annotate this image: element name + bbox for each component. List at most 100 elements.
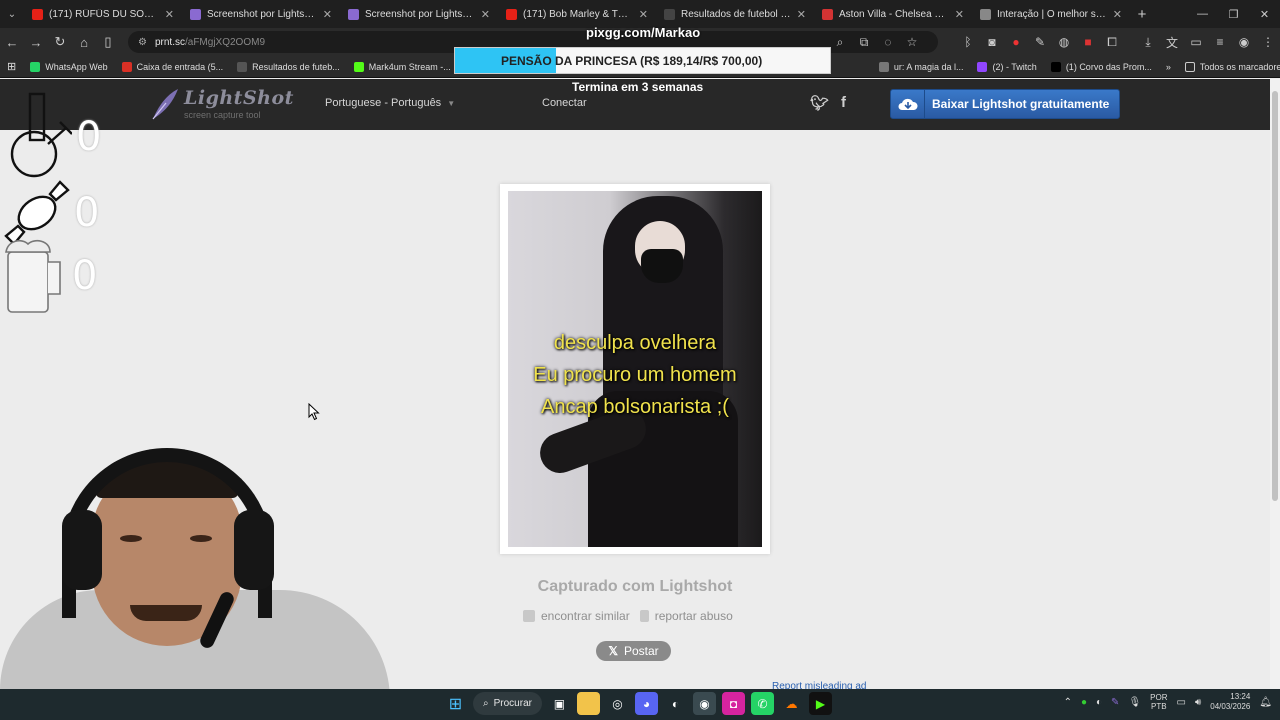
- extension-globe-icon[interactable]: ◍: [1052, 28, 1076, 56]
- bookmark-star-icon[interactable]: ☆: [900, 28, 924, 56]
- extension-bluetooth-icon[interactable]: ᛒ: [956, 28, 980, 56]
- eye-off-icon[interactable]: ◌: [876, 28, 900, 56]
- screenshot-image[interactable]: desculpa ovelhera Eu procuro um homem An…: [508, 191, 762, 547]
- tab-title: Aston Villa - Chelsea Futebol O: [839, 8, 949, 20]
- new-tab-button[interactable]: +: [1130, 6, 1154, 23]
- language-selector[interactable]: Portuguese - Português ▼: [325, 97, 455, 109]
- candy-count: 0: [74, 190, 100, 236]
- bong-icon: [10, 92, 72, 178]
- post-on-x-button[interactable]: 𝕏 Postar: [596, 641, 671, 661]
- download-icon[interactable]: ⤓: [1136, 28, 1160, 56]
- bookmark-label: Resultados de futeb...: [252, 61, 340, 72]
- profile-avatar-icon[interactable]: ◉: [1232, 28, 1256, 56]
- notification-bell-icon[interactable]: 🔔︎: [1259, 697, 1272, 708]
- close-tab-icon[interactable]: ✕: [1113, 8, 1122, 21]
- install-icon[interactable]: ⧉: [852, 28, 876, 56]
- browser-tab[interactable]: Screenshot por Lightshot ✕: [182, 0, 340, 28]
- tray-display-icon[interactable]: ▭: [1176, 697, 1185, 708]
- close-tab-icon[interactable]: ✕: [639, 8, 648, 21]
- bookmark-item[interactable]: (1) Corvo das Prom...: [1044, 61, 1159, 72]
- scrollbar-thumb[interactable]: [1272, 91, 1278, 501]
- caption-line: Ancap bolsonarista ;(: [541, 396, 729, 418]
- bookmark-item[interactable]: WhatsApp Web: [23, 61, 114, 72]
- login-link[interactable]: Conectar: [542, 97, 587, 109]
- twitter-icon[interactable]: 🐦︎: [810, 94, 829, 112]
- kick-icon[interactable]: ▶: [808, 692, 832, 715]
- all-bookmarks-folder[interactable]: Todos os marcadores: [1178, 61, 1280, 72]
- find-similar-link[interactable]: encontrar similar: [523, 609, 630, 623]
- close-tab-icon[interactable]: ✕: [797, 8, 806, 21]
- close-tab-icon[interactable]: ✕: [481, 8, 490, 21]
- tray-mic-icon[interactable]: 🎙︎: [1128, 697, 1141, 708]
- bookmark-item[interactable]: Resultados de futeb...: [230, 61, 347, 72]
- tray-green-icon[interactable]: ●: [1081, 697, 1087, 708]
- report-abuse-link[interactable]: reportar abuso: [639, 609, 733, 623]
- extension-twitch-icon[interactable]: ◙: [980, 28, 1004, 56]
- browser-menu-icon[interactable]: ⋮: [1256, 28, 1280, 56]
- extension-tool-icon[interactable]: ✎: [1028, 28, 1052, 56]
- task-view-icon[interactable]: ▣: [548, 692, 571, 715]
- close-tab-icon[interactable]: ✕: [323, 8, 332, 21]
- extensions-puzzle-icon[interactable]: ⧠: [1100, 28, 1124, 56]
- post-label: Postar: [623, 644, 659, 658]
- app-icon[interactable]: ◐: [664, 692, 687, 715]
- browser-tab[interactable]: (171) Bob Marley & The Wailers ✕: [498, 0, 656, 28]
- reload-icon[interactable]: ↻: [48, 28, 72, 56]
- extension-red-icon[interactable]: ●: [1004, 28, 1028, 56]
- image-actions: encontrar similar reportar abuso: [523, 609, 733, 623]
- zoom-icon[interactable]: ⌕: [828, 28, 852, 56]
- tab-title: Screenshot por Lightshot: [365, 8, 475, 20]
- chrome-icon[interactable]: ◉: [692, 692, 716, 715]
- soundcloud-icon[interactable]: ☁: [780, 692, 803, 715]
- translate-icon[interactable]: 文: [1160, 28, 1184, 56]
- home-icon[interactable]: ⌂: [72, 28, 96, 56]
- reading-list-icon[interactable]: ≡: [1208, 28, 1232, 56]
- browser-tab[interactable]: Aston Villa - Chelsea Futebol O ✕: [814, 0, 972, 28]
- split-view-icon[interactable]: ▯: [96, 28, 120, 56]
- facebook-icon[interactable]: f: [841, 94, 846, 112]
- tray-network-icon[interactable]: ◐: [1096, 697, 1102, 708]
- file-explorer-icon[interactable]: [576, 692, 600, 715]
- browser-tab[interactable]: Screenshot por Lightshot ✕: [340, 0, 498, 28]
- tray-volume-icon[interactable]: 🔊︎: [1195, 697, 1201, 708]
- taskbar-search[interactable]: ⌕ Procurar: [473, 692, 542, 715]
- tab-title: Resultados de futebol ao vivo,: [681, 8, 791, 20]
- windows-start-icon[interactable]: ⊞: [444, 692, 467, 715]
- minimize-icon[interactable]: —: [1187, 0, 1218, 28]
- steam-icon[interactable]: ◎: [606, 692, 629, 715]
- clock[interactable]: 13:24 04/03/2026: [1210, 692, 1250, 712]
- page-scrollbar[interactable]: [1270, 79, 1280, 689]
- tab-search-icon[interactable]: ⌄: [0, 0, 24, 28]
- cast-icon[interactable]: ▭: [1184, 28, 1208, 56]
- restore-icon[interactable]: ❐: [1218, 0, 1249, 28]
- site-info-icon[interactable]: ⚙: [138, 37, 147, 48]
- close-tab-icon[interactable]: ✕: [955, 8, 964, 21]
- back-icon[interactable]: ←: [0, 28, 24, 56]
- tray-lightshot-icon[interactable]: ✎: [1111, 697, 1119, 708]
- browser-tab[interactable]: (171) RÜFÜS DU SOL Sundown ✕: [24, 0, 182, 28]
- tray-overflow-icon[interactable]: ⌃: [1064, 697, 1072, 708]
- close-tab-icon[interactable]: ✕: [165, 8, 174, 21]
- instagram-icon[interactable]: ◘: [721, 692, 745, 715]
- more-bookmarks-icon[interactable]: »: [1159, 62, 1178, 72]
- browser-tab[interactable]: Resultados de futebol ao vivo, ✕: [656, 0, 814, 28]
- apps-grid-icon[interactable]: ⊞: [0, 60, 23, 73]
- forward-icon[interactable]: →: [24, 28, 48, 56]
- folder-icon: [1184, 61, 1195, 72]
- tab-favicon-icon: [348, 8, 359, 20]
- lightshot-logo[interactable]: LightShot screen capture tool: [150, 87, 294, 121]
- whatsapp-icon[interactable]: ✆: [750, 692, 774, 715]
- download-lightshot-button[interactable]: Baixar Lightshot gratuitamente: [890, 89, 1120, 119]
- webcam-mouth: [130, 605, 202, 621]
- caption-line: Eu procuro um homem: [533, 364, 737, 386]
- bookmark-item[interactable]: Mark4um Stream -...: [347, 61, 458, 72]
- browser-tab[interactable]: Interação | O melhor softw ✕: [972, 0, 1130, 28]
- extension-pdf-icon[interactable]: ■: [1076, 28, 1100, 56]
- bookmark-item[interactable]: (2) - Twitch: [970, 61, 1043, 72]
- bookmark-item[interactable]: ur: A magia da l...: [872, 61, 971, 72]
- close-window-icon[interactable]: ✕: [1249, 0, 1280, 28]
- bookmark-item[interactable]: Caixa de entrada (5...: [115, 61, 231, 72]
- input-language[interactable]: POR PTB: [1150, 693, 1167, 711]
- discord-icon[interactable]: ◕: [634, 692, 658, 715]
